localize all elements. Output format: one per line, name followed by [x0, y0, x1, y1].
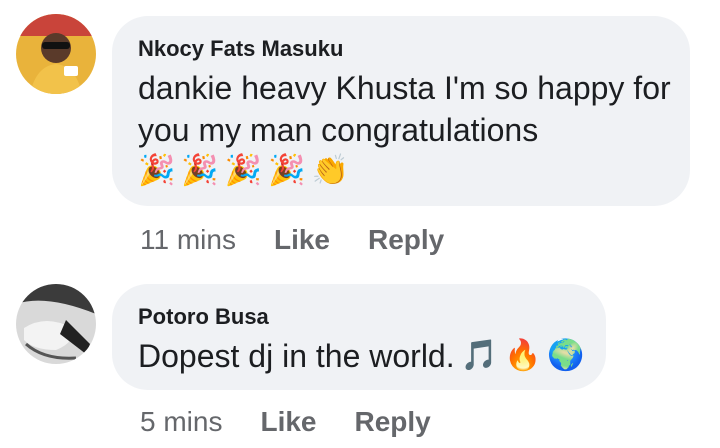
comment-text: Dopest dj in the world. 🎵 🔥 🌍 — [138, 334, 585, 378]
fire-emoji-icon: 🔥 — [503, 339, 542, 372]
avatar[interactable] — [16, 14, 96, 94]
party-popper-emoji-icon: 🎉 — [268, 154, 306, 187]
party-popper-emoji-icon: 🎉 — [224, 154, 263, 187]
comment-text-content: Dopest dj in the world. — [138, 338, 455, 374]
comment-timestamp[interactable]: 5 mins — [140, 406, 222, 438]
person-avatar-icon — [16, 14, 96, 94]
comment-text-line-2: you my man congratulations — [138, 112, 539, 148]
reply-button[interactable]: Reply — [355, 406, 431, 438]
comment-item: Potoro Busa Dopest dj in the world. 🎵 🔥 … — [0, 270, 720, 448]
comment-author[interactable]: Nkocy Fats Masuku — [138, 36, 343, 62]
comment-actions: 11 mins Like Reply — [140, 224, 444, 256]
party-popper-emoji-icon: 🎉 — [138, 154, 176, 187]
reply-button[interactable]: Reply — [368, 224, 444, 256]
like-button[interactable]: Like — [274, 224, 330, 256]
comment-author[interactable]: Potoro Busa — [138, 304, 269, 330]
musical-note-emoji-icon: 🎵 — [460, 339, 498, 372]
emoji-row: 🎉 🎉 🎉 🎉 👏 — [138, 153, 349, 189]
comment-actions: 5 mins Like Reply — [140, 406, 431, 438]
like-button[interactable]: Like — [260, 406, 316, 438]
comment-timestamp[interactable]: 11 mins — [140, 224, 236, 256]
globe-emoji-icon: 🌍 — [547, 339, 585, 372]
comment-item: Nkocy Fats Masuku dankie heavy Khusta I'… — [0, 0, 720, 270]
person-avatar-icon — [16, 284, 96, 364]
clapping-hands-emoji-icon: 👏 — [311, 154, 349, 187]
comment-text-line-1: dankie heavy Khusta I'm so happy for — [138, 70, 671, 106]
avatar[interactable] — [16, 284, 96, 364]
party-popper-emoji-icon: 🎉 — [181, 154, 219, 187]
